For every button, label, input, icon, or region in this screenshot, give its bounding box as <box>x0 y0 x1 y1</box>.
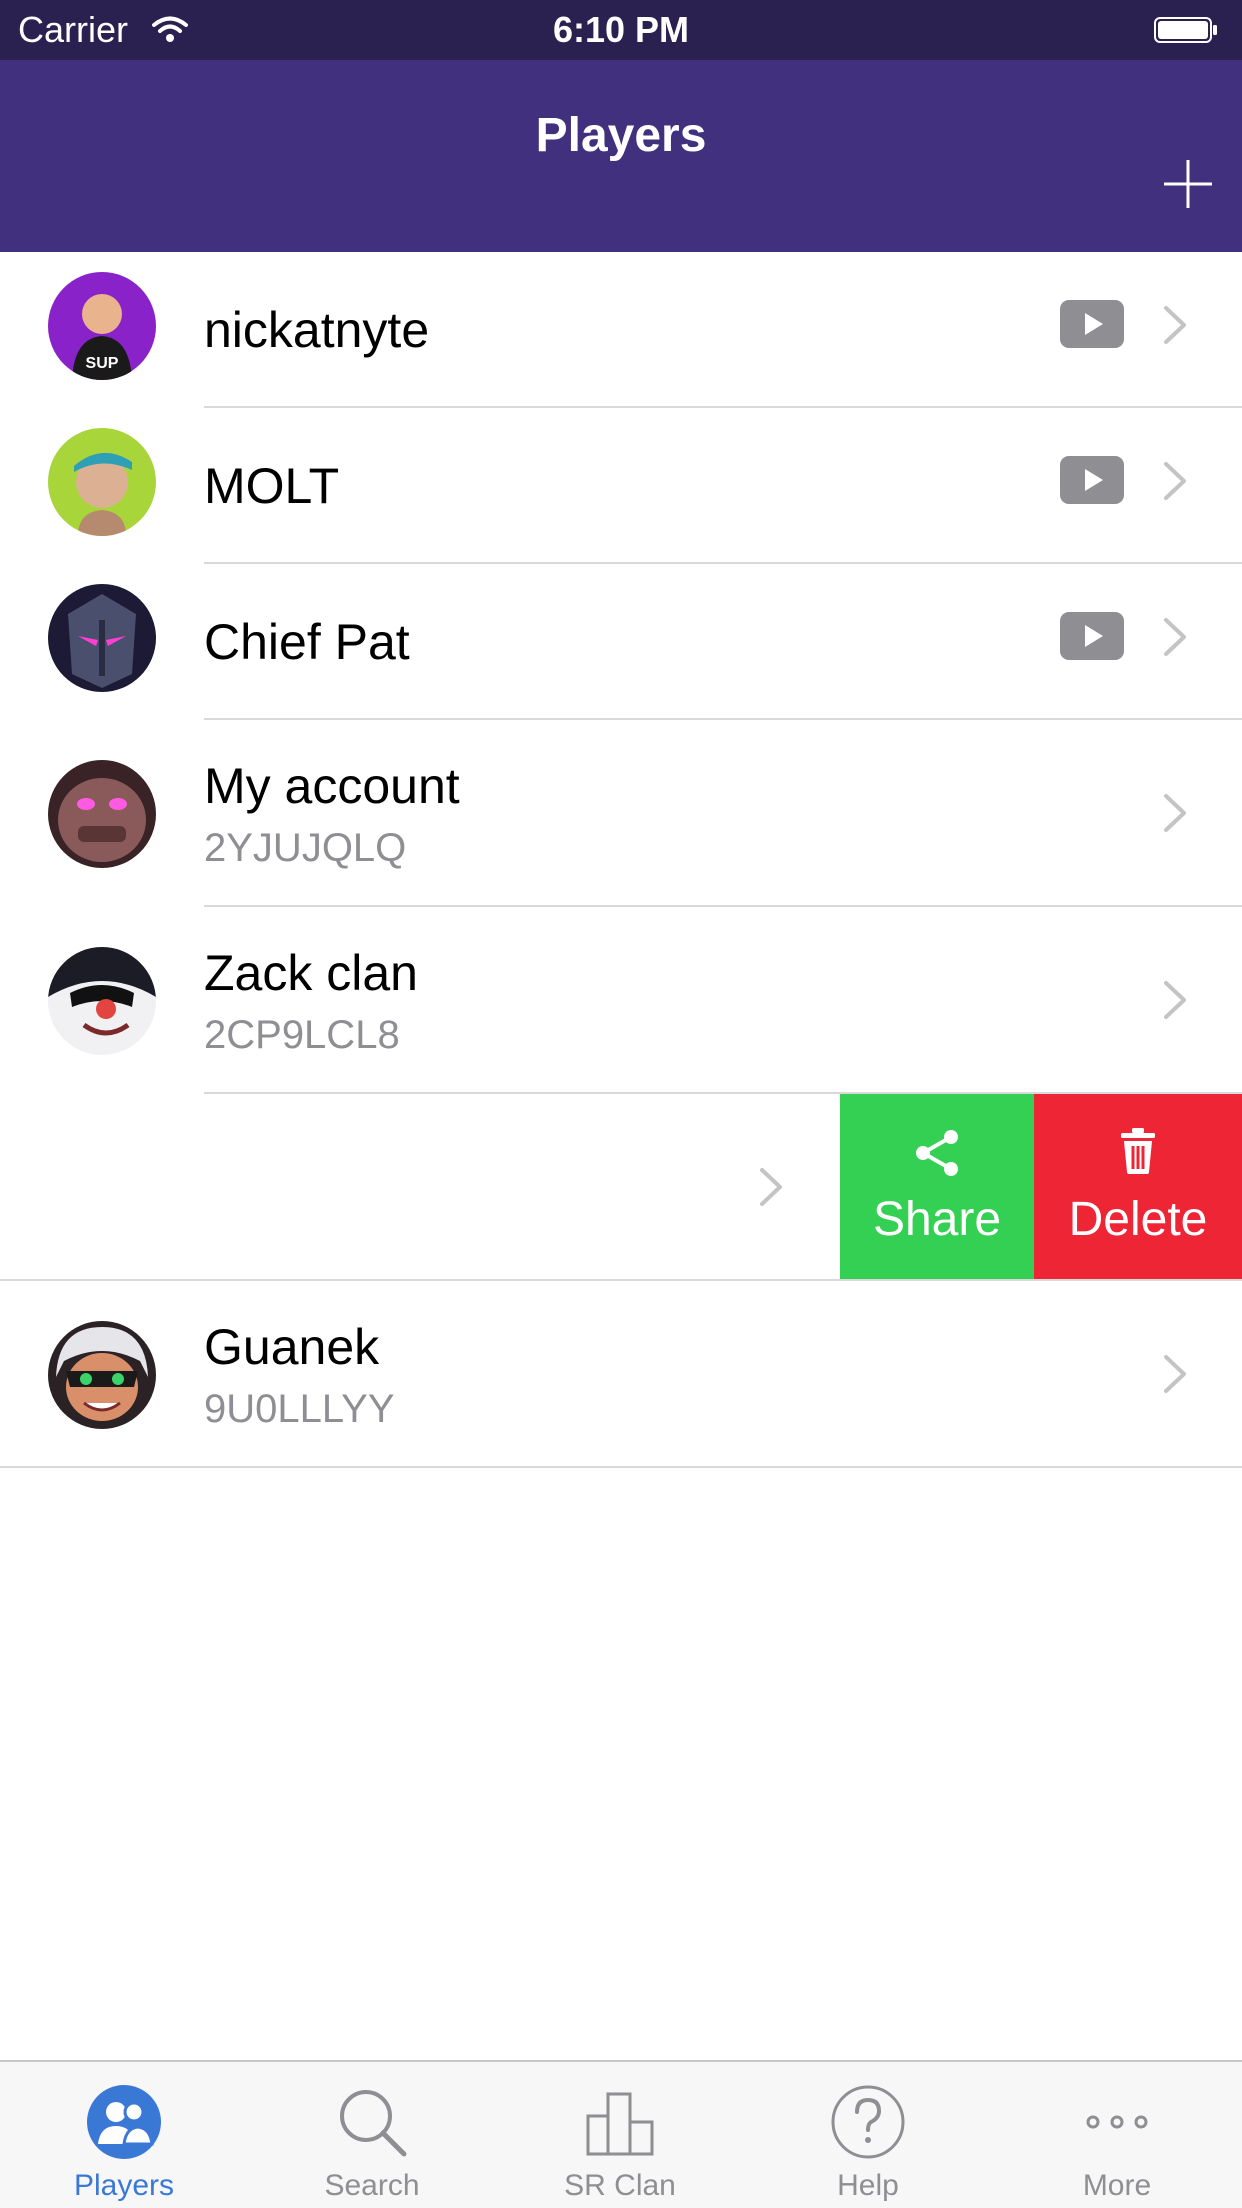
more-icon <box>1086 2115 1148 2129</box>
row-divider <box>0 1466 1242 1468</box>
player-name: nickatnyte <box>204 302 430 358</box>
player-tag: 2YJUJQLQ <box>204 826 407 870</box>
tab-label: More <box>1082 2169 1152 2202</box>
tab-bar: Players Search SR Clan Help More <box>0 2060 1242 2208</box>
search-icon <box>340 2090 407 2157</box>
tab-label: SR Clan <box>564 2169 676 2202</box>
avatar <box>48 584 156 692</box>
page-title: Players <box>535 109 707 162</box>
avatar <box>48 760 156 868</box>
help-icon <box>831 2085 905 2159</box>
tab-more[interactable]: More <box>992 2062 1242 2208</box>
avatar: SUP <box>48 272 156 380</box>
tab-label: Players <box>73 2169 175 2202</box>
chevron-right-icon <box>1164 618 1186 656</box>
youtube-icon[interactable] <box>1060 300 1124 348</box>
tab-help[interactable]: Help <box>744 2062 992 2208</box>
player-row-molt[interactable]: MOLT <box>0 408 1242 564</box>
player-row-guanek[interactable]: Guanek 9U0LLLYY <box>0 1281 1242 1468</box>
player-tag: 2CP9LCL8 <box>204 1013 400 1057</box>
delete-action-button[interactable]: Delete <box>1034 1094 1242 1280</box>
youtube-icon[interactable] <box>1060 612 1124 660</box>
chevron-right-icon <box>1164 794 1186 832</box>
plus-icon[interactable] <box>1160 156 1216 212</box>
player-name: Zack clan <box>204 945 418 1001</box>
chevron-right-icon <box>1164 462 1186 500</box>
tab-label: Search <box>324 2169 420 2202</box>
status-bar: Carrier 6:10 PM <box>0 0 1242 60</box>
clan-chart-icon <box>586 2092 654 2156</box>
player-tag: 9U0LLLYY <box>204 1387 395 1431</box>
player-name: My account <box>204 758 460 814</box>
player-name: Chief Pat <box>204 614 410 670</box>
share-icon <box>916 1130 958 1176</box>
trash-icon <box>1121 1128 1155 1174</box>
chevron-right-icon <box>1164 306 1186 344</box>
delete-label: Delete <box>1068 1193 1208 1246</box>
tab-label: Help <box>837 2169 899 2202</box>
player-row-zack-clan[interactable]: Zack clan 2CP9LCL8 <box>0 907 1242 1094</box>
navigation-bar: Players <box>0 60 1242 252</box>
player-row-my-account[interactable]: My account 2YJUJQLQ <box>0 720 1242 907</box>
svg-text:SUP: SUP <box>86 355 119 372</box>
chevron-right-icon <box>760 1168 782 1206</box>
player-row-swiped[interactable]: Share Delete <box>0 1094 1242 1281</box>
battery-icon <box>1154 17 1217 43</box>
tab-players[interactable]: Players <box>0 2062 248 2208</box>
clock: 6:10 PM <box>552 9 690 50</box>
tab-sr-clan[interactable]: SR Clan <box>496 2062 744 2208</box>
avatar <box>48 947 156 1055</box>
chevron-right-icon <box>1164 981 1186 1019</box>
share-label: Share <box>872 1193 1002 1246</box>
player-name: MOLT <box>204 458 340 514</box>
players-icon <box>87 2085 161 2159</box>
avatar <box>48 1321 156 1429</box>
avatar <box>48 428 156 536</box>
player-name: Guanek <box>204 1319 380 1375</box>
tab-search[interactable]: Search <box>248 2062 496 2208</box>
chevron-right-icon <box>1164 1355 1186 1393</box>
share-action-button[interactable]: Share <box>840 1094 1034 1280</box>
player-row-chief-pat[interactable]: Chief Pat <box>0 564 1242 720</box>
youtube-icon[interactable] <box>1060 456 1124 504</box>
player-row-nickatnyte[interactable]: SUP nickatnyte <box>0 252 1242 408</box>
